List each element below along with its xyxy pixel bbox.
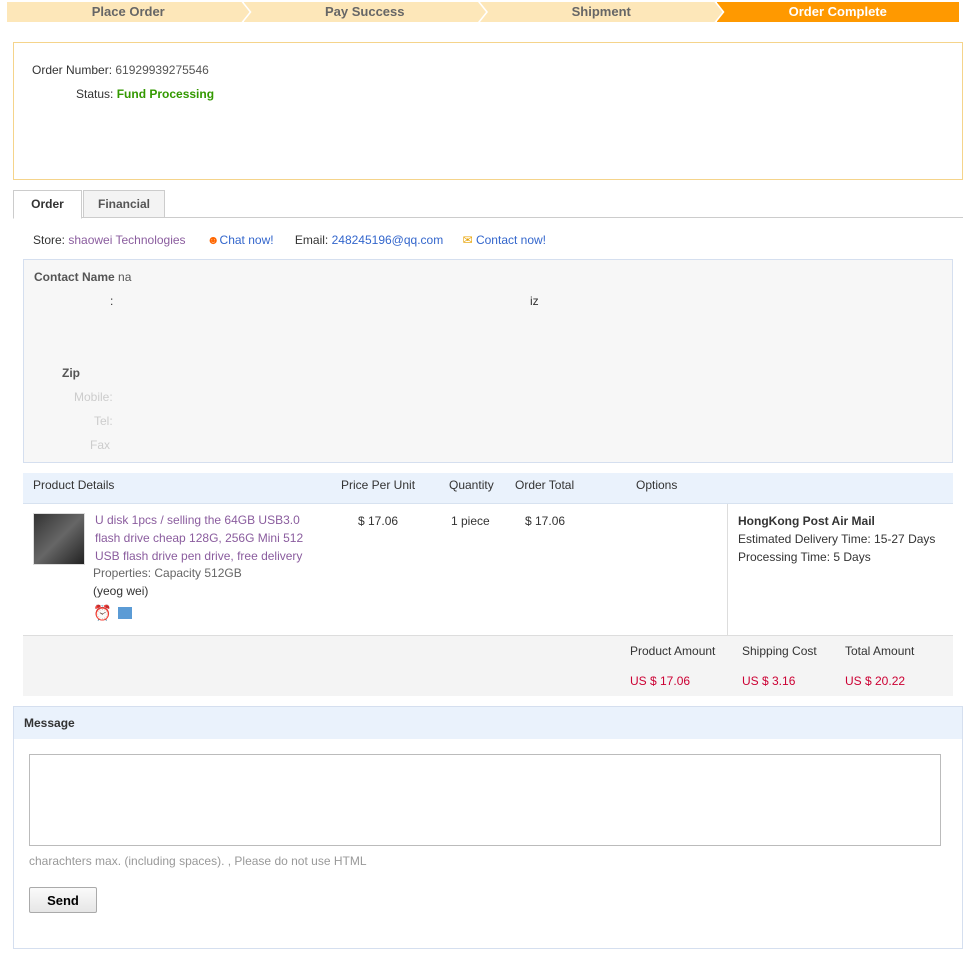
contact-now-link[interactable]: Contact now! <box>476 233 546 247</box>
contact-name-label: Contact Name <box>34 270 115 284</box>
email-link[interactable]: 248245196@qq.com <box>332 233 444 247</box>
price-per-unit: $ 17.06 <box>358 514 399 528</box>
tel-label: Tel: <box>94 414 113 428</box>
quantity: 1 piece <box>451 514 490 528</box>
alarm-clock-icon[interactable]: ⏰ <box>93 604 112 622</box>
step-order-complete: Order Complete <box>716 2 959 22</box>
store-label: Store: <box>33 233 66 247</box>
step-shipment: Shipment <box>480 2 723 22</box>
shipping-cost-label: Shipping Cost <box>742 644 817 658</box>
table-row: U disk 1pcs / selling the 64GB USB3.0 fl… <box>23 504 953 636</box>
product-table-header: Product Details Price Per Unit Quantity … <box>23 473 953 504</box>
product-title-link[interactable]: U disk 1pcs / selling the 64GB USB3.0 fl… <box>95 511 313 565</box>
send-button[interactable]: Send <box>29 887 97 913</box>
shipping-method: HongKong Post Air Mail <box>738 514 875 528</box>
header-order-total: Order Total <box>515 478 575 492</box>
address-tail: iz <box>530 294 539 308</box>
envelope-icon[interactable]: ✉ <box>463 233 473 247</box>
delivery-time: Estimated Delivery Time: 15-27 Days <box>738 532 936 546</box>
product-amount: US $ 17.06 <box>630 674 691 688</box>
refresh-box-icon[interactable] <box>118 607 132 619</box>
address-colon: : <box>110 294 114 308</box>
message-input[interactable] <box>29 754 941 846</box>
order-progress-steps: Place Order Pay Success Shipment Order C… <box>7 2 959 22</box>
header-quantity: Quantity <box>449 478 494 492</box>
shipping-cost: US $ 3.16 <box>742 674 796 688</box>
contact-name-value: na <box>118 270 132 284</box>
product-properties: Properties: Capacity 512GB <box>93 566 242 580</box>
product-thumbnail[interactable] <box>33 513 85 565</box>
tab-order[interactable]: Order <box>13 190 82 219</box>
order-number-label: Order Number: <box>32 63 113 77</box>
step-place-order: Place Order <box>7 2 250 22</box>
email-label: Email: <box>294 233 329 247</box>
header-price: Price Per Unit <box>341 478 416 492</box>
processing-time: Processing Time: 5 Days <box>738 550 871 564</box>
chat-icon[interactable]: ☻ <box>207 233 220 247</box>
header-product-details: Product Details <box>33 478 115 492</box>
status-label: Status: <box>76 87 114 101</box>
total-amount: US $ 20.22 <box>845 674 906 688</box>
message-hint: charachters max. (including spaces). , P… <box>29 854 367 868</box>
tabs: Order Financial <box>13 190 963 219</box>
step-pay-success: Pay Success <box>244 2 487 22</box>
order-totals: Product Amount US $ 17.06 Shipping Cost … <box>23 636 953 696</box>
mobile-label: Mobile: <box>74 390 113 404</box>
fax-label: Fax <box>90 438 111 452</box>
chat-now-link[interactable]: Chat now! <box>220 233 274 247</box>
header-options: Options <box>636 478 678 492</box>
message-title: Message <box>14 707 962 739</box>
order-number: 61929939275546 <box>115 63 209 77</box>
shipping-address: Contact Name na : iz Zip Mobile: Tel: Fa… <box>23 259 953 463</box>
store-link[interactable]: shaowei Technologies <box>68 233 185 247</box>
tab-financial[interactable]: Financial <box>83 190 165 218</box>
order-total: $ 17.06 <box>525 514 566 528</box>
zip-label: Zip <box>62 366 80 380</box>
message-panel: Message charachters max. (including spac… <box>13 706 963 949</box>
order-summary: Order Number: 61929939275546 Status: Fun… <box>13 42 963 180</box>
status-value: Fund Processing <box>116 87 215 101</box>
store-info: Store: shaowei Technologies ☻Chat now! E… <box>33 233 546 247</box>
total-amount-label: Total Amount <box>845 644 915 658</box>
product-amount-label: Product Amount <box>630 644 716 658</box>
seller-name: (yeog wei) <box>93 584 149 598</box>
